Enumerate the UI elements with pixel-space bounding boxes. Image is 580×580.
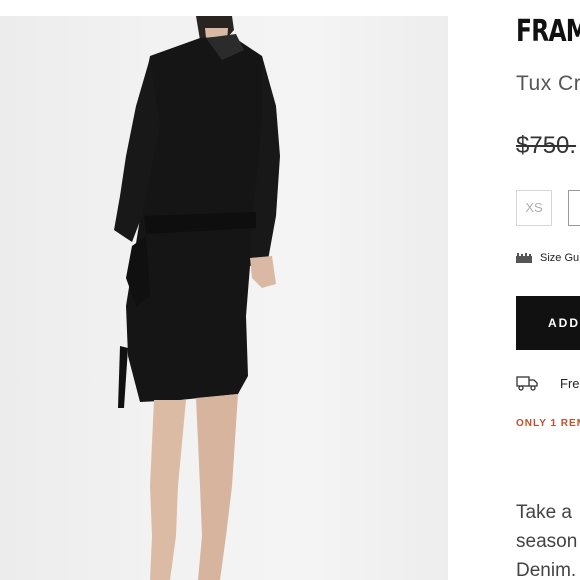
size-guide-link[interactable]: Size Gu [516, 252, 579, 264]
brand-name[interactable]: FRAME [516, 14, 580, 49]
description-line: Denim. [516, 560, 577, 580]
size-guide-label: Size Gu [540, 252, 580, 264]
shipping-label: Fre [560, 375, 580, 391]
product-title: Tux Cro [516, 72, 580, 95]
model-wearing-dress-illustration [114, 16, 280, 580]
ruler-icon [516, 253, 532, 263]
size-option-s[interactable] [568, 190, 580, 226]
add-to-bag-button[interactable]: ADD [516, 296, 580, 350]
size-option-xs[interactable]: XS [516, 190, 552, 226]
stock-notice: ONLY 1 REM [516, 418, 580, 429]
description-line: season [516, 531, 578, 552]
shipping-info: Fre [516, 374, 580, 392]
product-photo[interactable] [0, 16, 448, 580]
description-line: Take a [516, 502, 572, 523]
product-info-panel: FRAME Tux Cro $750. XS Size Gu ADD Fre [500, 0, 580, 580]
truck-icon [516, 374, 538, 392]
product-description: Take a season Denim. [516, 498, 580, 580]
original-price: $750. [516, 132, 577, 159]
